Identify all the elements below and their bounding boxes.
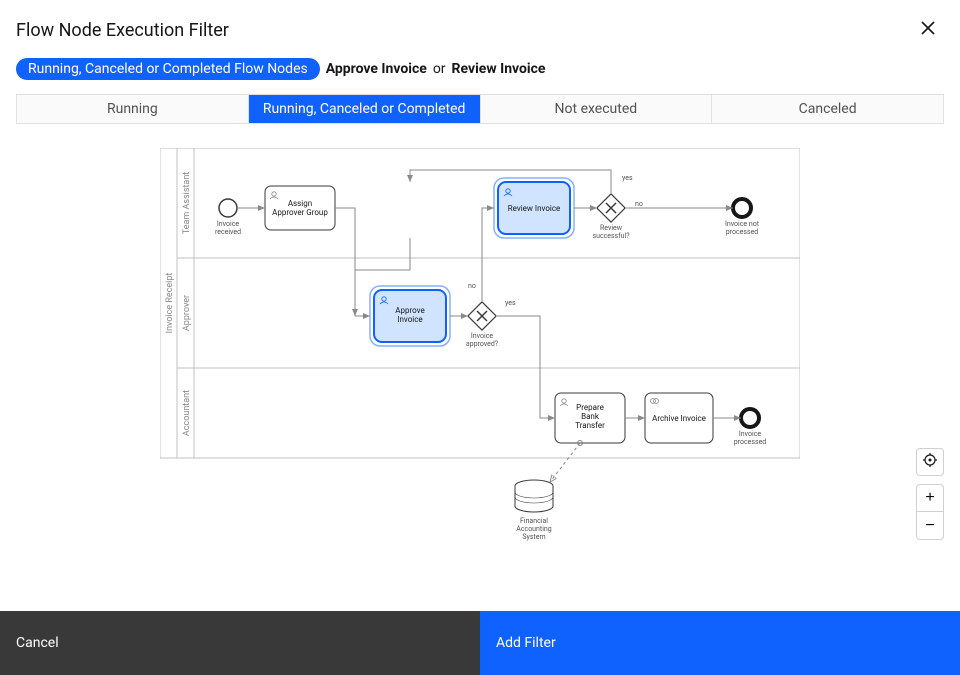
flow-node-execution-filter-modal: Flow Node Execution Filter Running, Canc… [0, 0, 960, 675]
svg-text:yes: yes [505, 299, 516, 307]
minus-icon: − [925, 518, 934, 534]
lane-team-assistant: Team Assistant [182, 172, 192, 235]
status-tabs: Running Running, Canceled or Completed N… [16, 94, 944, 124]
end-event-invoice-not-processed[interactable] [733, 199, 751, 217]
summary-node-a: Approve Invoice [326, 61, 427, 77]
modal-footer: Cancel Add Filter [0, 611, 960, 675]
zoom-controls: + − [916, 448, 944, 540]
status-chip: Running, Canceled or Completed Flow Node… [16, 58, 320, 80]
zoom-out-button[interactable]: − [916, 512, 944, 540]
add-filter-button[interactable]: Add Filter [480, 611, 960, 675]
modal-header: Flow Node Execution Filter [0, 0, 960, 54]
summary-node-b: Review Invoice [452, 61, 546, 77]
svg-text:no: no [468, 282, 476, 290]
task-assign-approver-group[interactable]: AssignApprover Group [265, 186, 335, 230]
bpmn-diagram[interactable]: Invoice Receipt Team Assistant Approver … [160, 148, 800, 548]
svg-text:Invoiceprocessed: Invoiceprocessed [734, 430, 767, 446]
tab-canceled[interactable]: Canceled [712, 95, 943, 123]
svg-text:Invoice notprocessed: Invoice notprocessed [725, 220, 760, 236]
plus-icon: + [925, 490, 934, 506]
zoom-in-button[interactable]: + [916, 484, 944, 512]
lane-approver: Approver [182, 295, 192, 331]
target-icon [923, 453, 937, 471]
modal-title: Flow Node Execution Filter [16, 20, 229, 41]
svg-text:no: no [635, 200, 643, 208]
svg-text:Archive Invoice: Archive Invoice [652, 414, 706, 423]
bpmn-diagram-container[interactable]: Invoice Receipt Team Assistant Approver … [16, 148, 944, 578]
task-review-invoice[interactable]: Review Invoice [494, 178, 574, 238]
svg-text:ApproveInvoice: ApproveInvoice [395, 306, 424, 324]
svg-text:Review Invoice: Review Invoice [508, 204, 561, 213]
close-icon [920, 20, 936, 41]
start-event-invoice-received[interactable] [219, 199, 237, 217]
gateway-review-successful[interactable] [597, 194, 625, 222]
svg-text:yes: yes [622, 174, 633, 182]
svg-text:Invoiceapproved?: Invoiceapproved? [466, 332, 499, 348]
svg-text:Invoicereceived: Invoicereceived [215, 220, 241, 236]
svg-text:Reviewsuccessful?: Reviewsuccessful? [592, 224, 630, 240]
end-event-invoice-processed[interactable] [741, 409, 759, 427]
task-approve-invoice[interactable]: ApproveInvoice [370, 286, 450, 346]
pool-label: Invoice Receipt [165, 273, 175, 334]
data-store-financial-accounting-system[interactable] [515, 480, 553, 512]
filter-summary: Running, Canceled or Completed Flow Node… [0, 54, 960, 94]
zoom-fit-button[interactable] [916, 448, 944, 476]
close-button[interactable] [912, 14, 944, 46]
task-prepare-bank-transfer[interactable]: PrepareBankTransfer [555, 393, 625, 443]
cancel-button[interactable]: Cancel [0, 611, 480, 675]
summary-or: or [433, 61, 446, 77]
lane-accountant: Accountant [182, 390, 192, 436]
tab-not-executed[interactable]: Not executed [481, 95, 713, 123]
tab-running-canceled-completed[interactable]: Running, Canceled or Completed [249, 95, 481, 123]
tab-running[interactable]: Running [17, 95, 249, 123]
task-archive-invoice[interactable]: Archive Invoice [645, 393, 713, 443]
gateway-invoice-approved[interactable] [468, 302, 496, 330]
svg-text:FinancialAccountingSystem: FinancialAccountingSystem [516, 517, 551, 541]
